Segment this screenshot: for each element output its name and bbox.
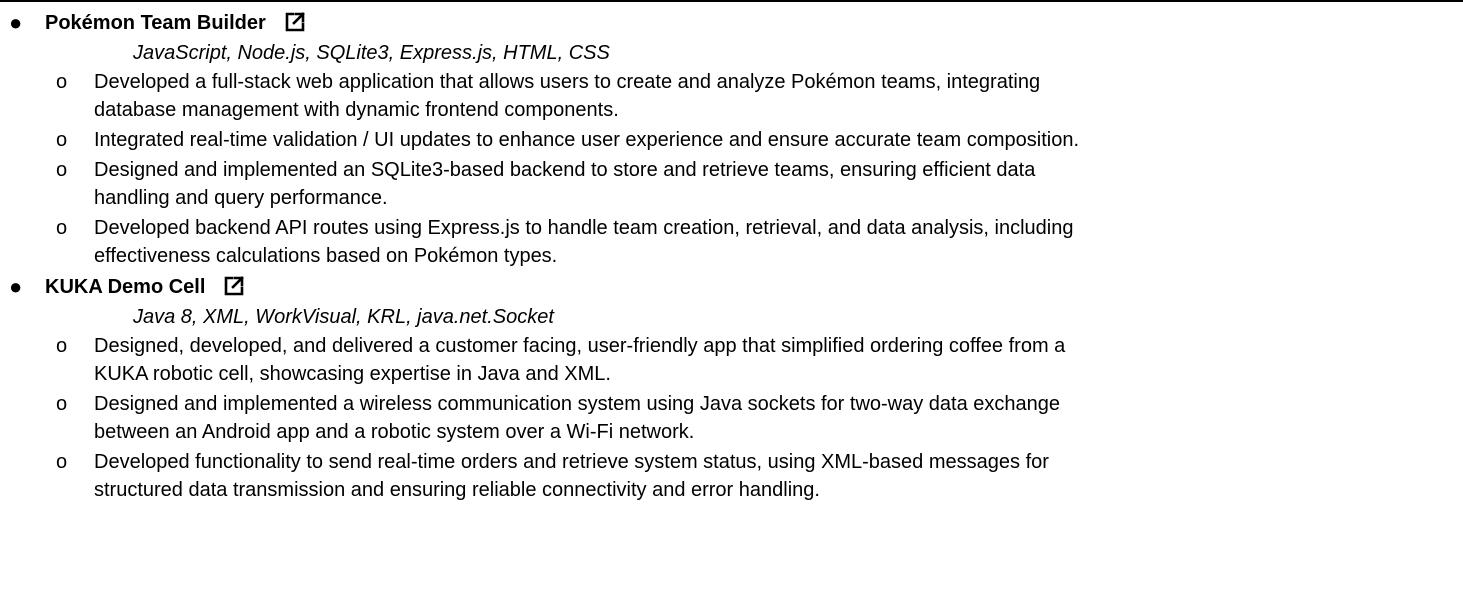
- list-item: o Integrated real-time validation / UI u…: [0, 126, 1463, 154]
- project-tech-stack: Java 8, XML, WorkVisual, KRL, java.net.S…: [133, 306, 554, 328]
- project-header: ● KUKA Demo Cell: [0, 272, 1463, 302]
- list-item: o Developed functionality to send real-t…: [0, 448, 1463, 504]
- project-kuka-demo-cell: ● KUKA Demo Cell Java 8, XML, WorkVisual…: [0, 272, 1463, 504]
- list-item: o Developed a full-stack web application…: [0, 68, 1463, 124]
- list-item: o Developed backend API routes using Exp…: [0, 214, 1463, 270]
- circle-bullet-icon: o: [56, 159, 68, 181]
- circle-bullet-icon: o: [56, 451, 68, 473]
- list-item-text: Developed functionality to send real-tim…: [94, 451, 1049, 501]
- list-item-text: Developed a full-stack web application t…: [94, 71, 1041, 121]
- project-title: Pokémon Team Builder: [45, 12, 266, 34]
- external-link-icon[interactable]: [223, 275, 245, 297]
- list-item-text: Designed and implemented a wireless comm…: [94, 393, 1061, 443]
- list-item-text: Developed backend API routes using Expre…: [94, 217, 1074, 267]
- circle-bullet-icon: o: [56, 129, 68, 151]
- bullet-icon: ●: [9, 274, 23, 299]
- top-divider: [0, 0, 1463, 2]
- project-pokemon-team-builder: ● Pokémon Team Builder JavaScript, Node.…: [0, 8, 1463, 270]
- circle-bullet-icon: o: [56, 217, 68, 239]
- bullet-icon: ●: [9, 10, 23, 35]
- project-tech-stack: JavaScript, Node.js, SQLite3, Express.js…: [133, 42, 610, 64]
- circle-bullet-icon: o: [56, 71, 68, 93]
- project-title: KUKA Demo Cell: [45, 276, 206, 298]
- list-item-text: Designed and implemented an SQLite3-base…: [94, 159, 1036, 209]
- circle-bullet-icon: o: [56, 335, 68, 357]
- list-item: o Designed and implemented an SQLite3-ba…: [0, 156, 1463, 212]
- circle-bullet-icon: o: [56, 393, 68, 415]
- list-item-text: Integrated real-time validation / UI upd…: [94, 129, 1080, 151]
- list-item: o Designed and implemented a wireless co…: [0, 390, 1463, 446]
- projects-section: ● Pokémon Team Builder JavaScript, Node.…: [0, 8, 1463, 506]
- project-title-row: Pokémon Team Builder: [45, 8, 306, 38]
- external-link-icon[interactable]: [284, 11, 306, 33]
- list-item: o Designed, developed, and delivered a c…: [0, 332, 1463, 388]
- project-header: ● Pokémon Team Builder: [0, 8, 1463, 38]
- project-title-row: KUKA Demo Cell: [45, 272, 245, 302]
- list-item-text: Designed, developed, and delivered a cus…: [94, 335, 1066, 385]
